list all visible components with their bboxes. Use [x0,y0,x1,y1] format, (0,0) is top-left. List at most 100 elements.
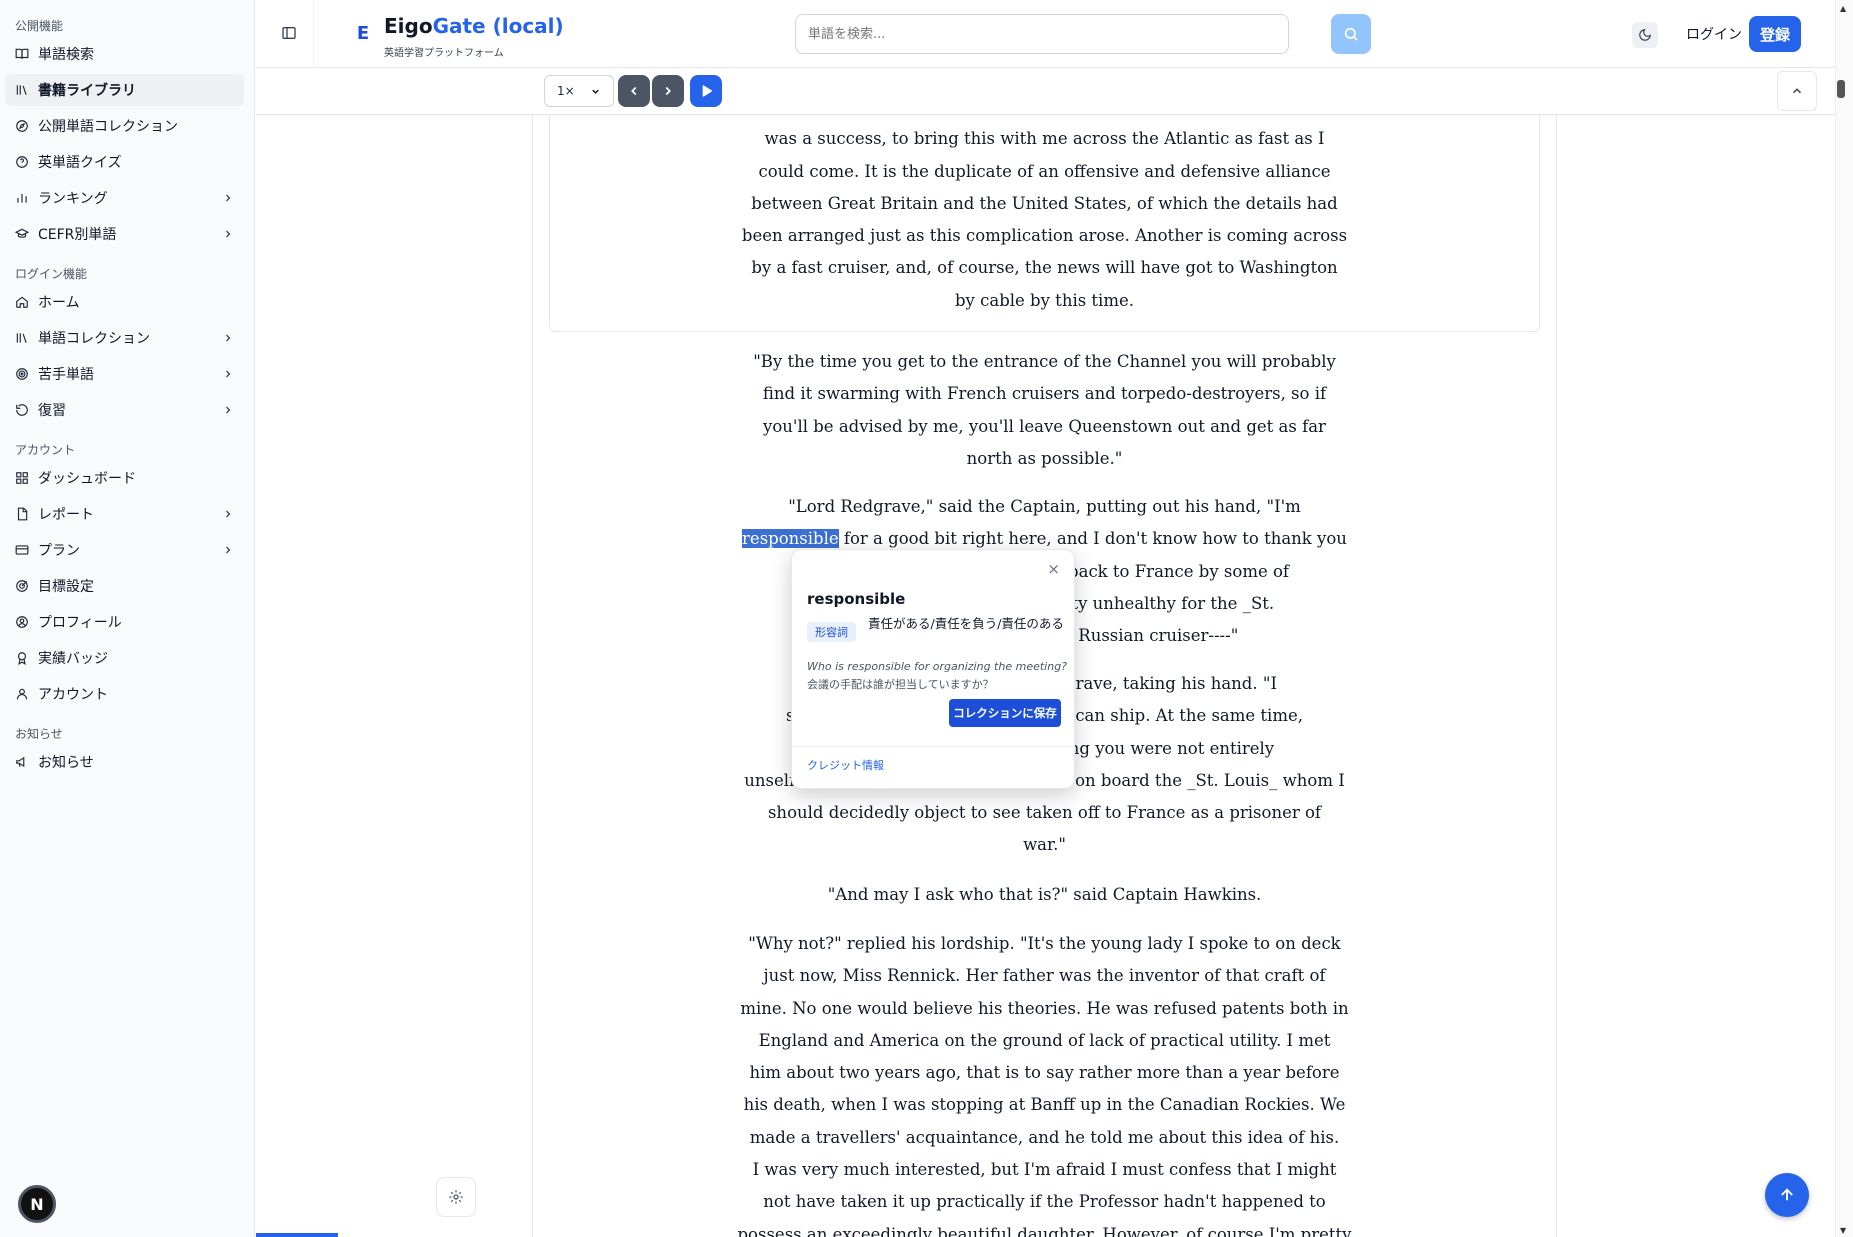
sidebar-item-label: 実績バッジ [38,651,108,667]
speed-select[interactable]: 1× [544,75,614,107]
scroll-to-top-button[interactable] [1765,1173,1809,1217]
chevron-right-icon [226,194,231,202]
sidebar-item[interactable]: ホーム [5,286,244,318]
dev-tools-badge[interactable]: N [18,1185,56,1223]
text-line: find it swarming with French cruisers an… [762,384,1327,404]
search-button[interactable] [1331,14,1371,54]
chevron-up-icon [1792,88,1802,94]
sidebar-item-label: ランキング [38,191,108,207]
text-line: war." [1023,835,1066,855]
gear-icon [449,1190,463,1204]
paragraph-1: "By the time you get to the entrance of … [533,346,1556,475]
chevron-right-icon [226,510,231,518]
text-line: should decidedly object to see taken off… [767,803,1322,823]
register-button[interactable]: 登録 [1749,16,1801,52]
scrollbar-thumb[interactable] [1837,80,1845,98]
scroll-down-arrow-icon[interactable]: ▼ [1840,1226,1846,1235]
sidebar-item[interactable]: アカウント [5,678,244,710]
sidebar-item[interactable]: 英単語クイズ [5,146,244,178]
sidebar-item[interactable]: レポート [5,498,244,530]
megaphone-icon [15,755,29,769]
chevron-down-icon [592,89,599,94]
chevron-right-icon [226,546,231,554]
brand-main: Eigo [384,14,433,38]
sidebar-item-label: 単語検索 [38,47,94,63]
award-icon [15,651,29,665]
sidebar-item[interactable]: 実績バッジ [5,642,244,674]
close-icon[interactable]: × [1047,560,1060,578]
sidebar-item[interactable]: CEFR別単語 [5,218,244,250]
chevron-right-icon [226,334,231,342]
sidebar-item-label: お知らせ [38,755,94,771]
chevron-left-icon [631,86,637,96]
sidebar-item[interactable]: 目標設定 [5,570,244,602]
sidebar-item[interactable]: ダッシュボード [5,462,244,494]
sidebar-item-label: CEFR別単語 [38,227,117,243]
reader-toolbar: 1× [256,69,1835,115]
brand-subtitle: 英語学習プラットフォーム [384,48,504,59]
top-header: E EigoGate (local) 英語学習プラットフォーム ログイン 登録 [256,0,1835,68]
section-label-news: お知らせ [15,727,63,741]
logo-icon[interactable]: E [352,22,374,44]
user-icon [15,687,29,701]
text-line: "Why not?" replied his lordship. "It's t… [748,934,1341,953]
word-popup: × responsible 形容詞 責任がある/責任を負う/責任のある Who … [791,549,1075,789]
speed-value: 1× [557,84,575,98]
sidebar-item-label: 目標設定 [38,579,94,595]
theme-toggle-button[interactable] [1632,22,1658,48]
search-icon [1344,27,1358,41]
text-line: by cable by this time. [955,290,1134,310]
example-japanese: 会議の手配は誰が担当していますか？ [807,678,994,691]
text-line: not have taken it up practically if the … [763,1192,1326,1212]
sidebar-item[interactable]: プロフィール [5,606,244,638]
popup-divider [792,746,1074,747]
section-label-login: ログイン機能 [15,267,88,281]
text-line: England and America on the ground of lac… [758,1030,1331,1050]
library-icon [15,83,29,97]
sidebar-item[interactable]: プラン [5,534,244,566]
sidebar-item[interactable]: お知らせ [5,746,244,778]
popup-meaning: 責任がある/責任を負う/責任のある [868,616,1064,631]
text-line: was a success, to bring this with me acr… [764,129,1325,149]
selected-word[interactable]: responsible [742,529,839,549]
text-line: "By the time you get to the entrance of … [753,352,1336,371]
sidebar-item-label: 公開単語コレクション [38,119,178,135]
quote-card: mistake, and just after it came a messen… [549,116,1540,332]
sidebar-item[interactable]: 復習 [5,394,244,426]
save-to-collection-button[interactable]: コレクションに保存 [949,699,1061,727]
sidebar-item-label: アカウント [38,687,108,703]
sidebar-item[interactable]: 公開単語コレクション [5,110,244,142]
sidebar-toggle-button[interactable] [276,20,302,46]
text-line: I was very much interested, but I'm afra… [752,1160,1337,1180]
header-divider [313,0,314,68]
collapse-button[interactable] [1777,71,1817,111]
compass-icon [15,119,29,133]
library-icon [15,331,29,345]
search-input[interactable] [795,14,1289,54]
example-english: Who is responsible for organizing the me… [807,660,1068,673]
text-line: made a travellers' acquaintance, and he … [749,1127,1340,1147]
previous-button[interactable] [618,75,650,107]
brand-title[interactable]: EigoGate (local) [384,14,564,38]
login-link[interactable]: ログイン [1686,24,1742,44]
paragraph-4: "And may I ask who that is?" said Captai… [533,879,1556,911]
text-line: you'll be advised by me, you'll leave Qu… [763,416,1326,436]
scroll-up-arrow-icon[interactable]: ▲ [1840,4,1846,13]
text-line: north as possible." [966,448,1123,468]
reading-progress-bar [256,1233,338,1237]
page-scrollbar[interactable] [1835,0,1853,1237]
settings-button[interactable] [436,1177,476,1217]
section-label-public: 公開機能 [15,19,64,33]
credit-link[interactable]: クレジット情報 [807,757,884,773]
play-button[interactable] [690,75,722,107]
sidebar-item[interactable]: 書籍ライブラリ [5,74,244,106]
chevron-right-icon [226,406,231,414]
next-button[interactable] [652,75,684,107]
sidebar-item[interactable]: 単語コレクション [5,322,244,354]
sidebar-item[interactable]: 苦手単語 [5,358,244,390]
sidebar-item[interactable]: ランキング [5,182,244,214]
arrow-up-icon [1781,1188,1793,1201]
sidebar-item[interactable]: 単語検索 [5,38,244,70]
moon-icon [1639,29,1651,41]
graduation-cap-icon [15,227,29,241]
